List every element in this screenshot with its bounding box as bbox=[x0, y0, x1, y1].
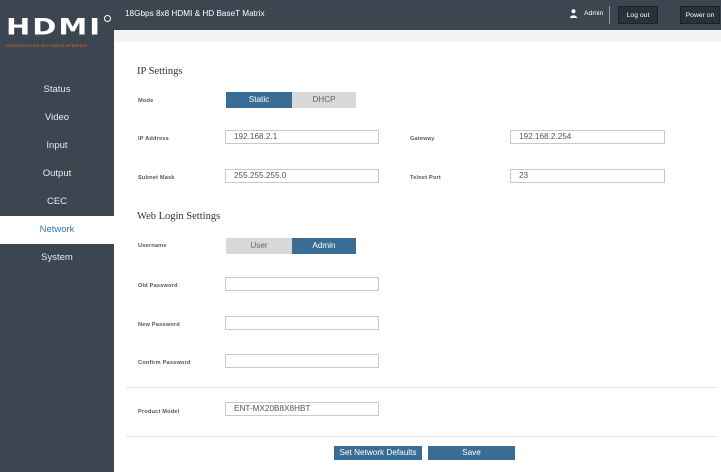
ip-address-input[interactable]: 192.168.2.1 bbox=[225, 130, 379, 144]
sidebar-item-input[interactable]: Input bbox=[0, 132, 114, 160]
ip-address-label: IP Address bbox=[138, 136, 169, 142]
sidebar-nav: Status Video Input Output CEC Network Sy… bbox=[0, 76, 114, 272]
username-label: Username bbox=[138, 243, 167, 249]
content-header-strip bbox=[114, 30, 721, 42]
telnet-port-input[interactable]: 23 bbox=[510, 169, 665, 183]
sidebar-item-system[interactable]: System bbox=[0, 244, 114, 272]
set-network-defaults-button[interactable]: Set Network Defaults bbox=[334, 446, 422, 460]
mode-static-button[interactable]: Static bbox=[226, 92, 292, 108]
product-model-field: ENT-MX20B8X8HBT bbox=[225, 402, 379, 416]
new-password-input[interactable] bbox=[225, 316, 379, 330]
gateway-input[interactable]: 192.168.2.254 bbox=[510, 130, 665, 144]
actions-divider bbox=[126, 436, 716, 437]
user-icon bbox=[570, 9, 577, 18]
subnet-mask-input[interactable]: 255.255.255.0 bbox=[225, 169, 379, 183]
top-bar: 18Gbps 8x8 HDMI & HD BaseT Matrix Admin … bbox=[114, 0, 721, 30]
sidebar-item-status[interactable]: Status bbox=[0, 76, 114, 104]
confirm-password-label: Confirm Password bbox=[138, 360, 191, 366]
hdmi-logo: HDMI HIGH-DEFINITION MULTIMEDIA INTERFAC… bbox=[0, 0, 114, 58]
sidebar: HDMI HIGH-DEFINITION MULTIMEDIA INTERFAC… bbox=[0, 0, 114, 472]
mode-label: Mode bbox=[138, 98, 154, 104]
sidebar-item-output[interactable]: Output bbox=[0, 160, 114, 188]
current-user-label: Admin bbox=[584, 10, 604, 17]
product-model-label: Product Model bbox=[138, 409, 180, 415]
ip-settings-title: IP Settings bbox=[137, 66, 183, 77]
mode-dhcp-button[interactable]: DHCP bbox=[292, 92, 356, 108]
sidebar-item-cec[interactable]: CEC bbox=[0, 188, 114, 216]
username-user-button[interactable]: User bbox=[226, 238, 292, 254]
gateway-label: Gateway bbox=[410, 136, 435, 142]
confirm-password-input[interactable] bbox=[225, 354, 379, 368]
trademark-icon bbox=[104, 15, 111, 22]
device-title: 18Gbps 8x8 HDMI & HD BaseT Matrix bbox=[125, 9, 265, 18]
logo-subtitle: HIGH-DEFINITION MULTIMEDIA INTERFACE bbox=[6, 44, 88, 48]
old-password-input[interactable] bbox=[225, 277, 379, 291]
subnet-mask-label: Subnet Mask bbox=[138, 175, 175, 181]
network-settings-panel: IP Settings Mode Static DHCP IP Address … bbox=[114, 30, 721, 472]
topbar-divider bbox=[609, 6, 610, 24]
sidebar-item-network[interactable]: Network bbox=[0, 216, 114, 244]
new-password-label: New Password bbox=[138, 322, 180, 328]
logo-text: HDMI bbox=[6, 13, 102, 41]
save-button[interactable]: Save bbox=[428, 446, 515, 460]
web-login-settings-title: Web Login Settings bbox=[137, 211, 221, 222]
power-on-button[interactable]: Power on bbox=[680, 6, 720, 24]
telnet-port-label: Telnet Port bbox=[410, 175, 441, 181]
sidebar-item-video[interactable]: Video bbox=[0, 104, 114, 132]
username-admin-button[interactable]: Admin bbox=[292, 238, 356, 254]
logout-button[interactable]: Log out bbox=[618, 6, 658, 24]
old-password-label: Old Password bbox=[138, 283, 178, 289]
section-divider bbox=[126, 387, 716, 388]
